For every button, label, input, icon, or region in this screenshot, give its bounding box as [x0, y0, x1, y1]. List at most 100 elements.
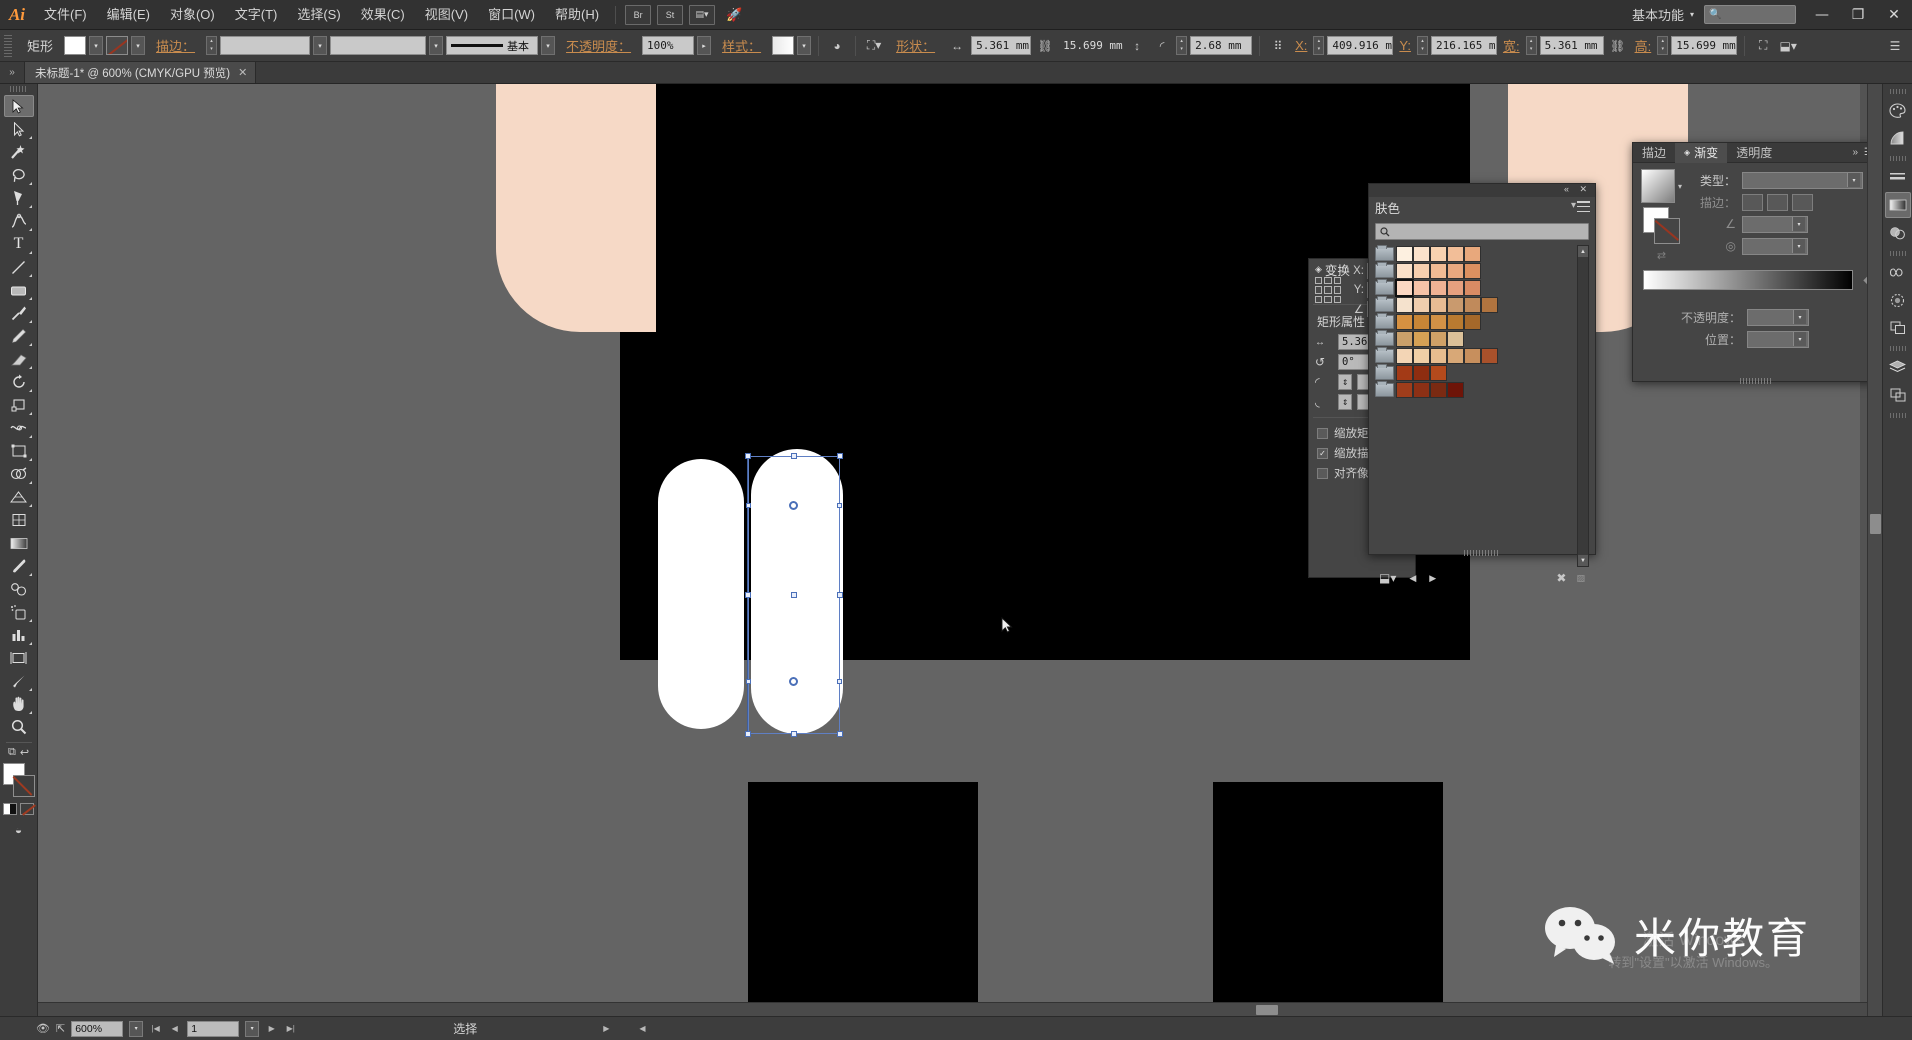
libraries-panel-icon[interactable] [1885, 259, 1911, 285]
capsule-shape-left[interactable] [658, 459, 744, 729]
tools-panel-grip[interactable] [9, 86, 28, 92]
selection-handle-tc[interactable] [791, 453, 797, 459]
transparency-panel-icon[interactable] [1885, 220, 1911, 246]
swatch-cell[interactable] [1447, 262, 1464, 279]
scroll-down-icon[interactable]: ▼ [1578, 555, 1588, 566]
swatch-cell[interactable] [1481, 347, 1498, 364]
zoom-dropdown-icon[interactable]: ▾ [129, 1020, 144, 1037]
arrange-documents-icon[interactable]: ▤▾ [689, 4, 716, 25]
opacity-field[interactable]: 100% [642, 36, 695, 55]
swatch-cell[interactable] [1464, 313, 1481, 330]
path-anchor-right-top[interactable] [837, 503, 842, 508]
reference-point-icon[interactable]: ⠿ [1267, 35, 1289, 56]
color-panel-icon[interactable] [1885, 97, 1911, 123]
dock-grip[interactable] [1889, 251, 1906, 256]
swatch-cell[interactable] [1430, 381, 1447, 398]
swatch-cell[interactable] [1396, 313, 1413, 330]
skin-swatches-panel[interactable]: « ✕ 肤色 ▾ ▲ ▼ ⬓▾ ◀ ▶ ✖ ▨ [1368, 183, 1596, 585]
y-position-field[interactable]: 216.165 m [1430, 36, 1497, 55]
swatch-cell[interactable] [1430, 279, 1447, 296]
perspective-grid-tool[interactable] [4, 486, 34, 508]
path-anchor-left-top[interactable] [746, 503, 751, 508]
curvature-tool[interactable] [4, 210, 34, 232]
dock-grip[interactable] [1889, 346, 1906, 351]
dock-grip[interactable] [1889, 413, 1906, 418]
transform-each-icon[interactable]: ⛶ [1752, 35, 1774, 56]
x-position-field[interactable]: 409.916 m [1327, 36, 1394, 55]
swatch-cell[interactable] [1430, 313, 1447, 330]
menu-object[interactable]: 对象(O) [160, 0, 225, 30]
swatch-row[interactable] [1375, 261, 1589, 279]
swatch-cell[interactable] [1447, 296, 1464, 313]
blend-tool[interactable] [4, 578, 34, 600]
close-icon[interactable]: ✕ [238, 66, 247, 79]
gradient-ramp-slider[interactable] [1643, 270, 1854, 290]
window-minimize-button[interactable]: — [1804, 0, 1840, 30]
edit-toolbar-icon[interactable]: ⧉ [8, 746, 16, 759]
fill-color-swatch[interactable] [64, 36, 87, 55]
window-close-button[interactable]: ✕ [1876, 0, 1912, 30]
corner-radius-stepper[interactable]: ▴ ▾ [1176, 36, 1188, 55]
swatch-cell[interactable] [1413, 364, 1430, 381]
canvas-horizontal-scrollbar[interactable] [38, 1002, 1867, 1016]
swatch-row[interactable] [1375, 380, 1589, 398]
menu-type[interactable]: 文字(T) [225, 0, 288, 30]
opacity-dropdown-icon[interactable]: ▸ [697, 36, 712, 55]
pencil-tool[interactable] [4, 325, 34, 347]
selection-tool[interactable] [3, 95, 34, 117]
skin-folder-icon[interactable] [1375, 363, 1394, 380]
selection-handle-mr[interactable] [837, 592, 843, 598]
page-dropdown-icon[interactable]: ▾ [245, 1020, 260, 1037]
next-icon[interactable]: ▶ [1429, 573, 1436, 584]
magic-wand-tool[interactable] [4, 141, 34, 163]
window-restore-button[interactable]: ❐ [1840, 0, 1876, 30]
close-icon[interactable]: ✕ [1579, 184, 1587, 195]
gradient-panel-icon[interactable] [1884, 192, 1911, 218]
delete-swatch-icon[interactable]: ✖ [1556, 571, 1566, 585]
skin-folder-icon[interactable] [1375, 329, 1394, 346]
stroke-across-icon[interactable] [1792, 193, 1814, 211]
gradient-fill-thumbnail[interactable] [1641, 169, 1675, 203]
swatch-cell[interactable] [1464, 279, 1481, 296]
swatch-row[interactable] [1375, 312, 1589, 330]
swatch-row[interactable] [1375, 278, 1589, 297]
previous-page-icon[interactable]: ◀ [168, 1021, 181, 1037]
swatch-cell[interactable] [1413, 279, 1430, 296]
corner1-stepper[interactable]: ⇕ [1338, 374, 1352, 390]
drawing-mode-icon[interactable]: ↩ [20, 746, 29, 759]
tab-stroke[interactable]: 描边 [1633, 143, 1675, 163]
selection-handle-br[interactable] [837, 731, 843, 737]
swatch-libraries-icon[interactable]: ⬓▾ [1379, 571, 1396, 585]
stroke-profile-dropdown-icon[interactable]: ▾ [429, 36, 444, 55]
selection-handle-mc[interactable] [791, 592, 797, 598]
line-segment-tool[interactable] [4, 256, 34, 278]
document-tab[interactable]: 未标题-1* @ 600% (CMYK/GPU 预览) ✕ [24, 61, 257, 83]
skin-folder-icon[interactable] [1375, 380, 1394, 397]
swatch-cell[interactable] [1464, 262, 1481, 279]
swatch-cell[interactable] [1413, 381, 1430, 398]
panel-collapse-icon[interactable]: ◈ [1315, 264, 1322, 275]
zoom-tool[interactable] [4, 716, 34, 738]
scale-tool[interactable] [4, 394, 34, 416]
menu-view[interactable]: 视图(V) [415, 0, 478, 30]
shape-builder-tool[interactable] [4, 463, 34, 485]
rocket-icon[interactable]: 🚀 [721, 5, 747, 25]
slice-tool[interactable] [4, 670, 34, 692]
next-page-icon[interactable]: ▶ [265, 1021, 278, 1037]
skin-folder-icon[interactable] [1375, 245, 1394, 261]
status-collapse-icon[interactable]: ◀ [639, 1024, 645, 1033]
panel-resize-grip[interactable] [1740, 378, 1772, 384]
swatch-scrollbar[interactable]: ▲ ▼ [1577, 245, 1589, 567]
swatch-cell[interactable] [1430, 364, 1447, 381]
mesh-tool[interactable] [4, 509, 34, 531]
canvas-vertical-scrollbar[interactable] [1867, 84, 1882, 1016]
stroke-profile-field[interactable] [330, 36, 427, 55]
stroke-along-icon[interactable] [1767, 193, 1789, 211]
gradient-angle-select[interactable]: ▾ [1742, 215, 1809, 233]
swatch-row[interactable] [1375, 363, 1589, 381]
swatch-cell[interactable] [1413, 330, 1430, 347]
swatch-cell[interactable] [1447, 330, 1464, 347]
gradient-location-field[interactable]: ▾ [1747, 330, 1809, 348]
swatch-cell[interactable] [1447, 347, 1464, 364]
eyedropper-tool[interactable] [4, 555, 34, 577]
